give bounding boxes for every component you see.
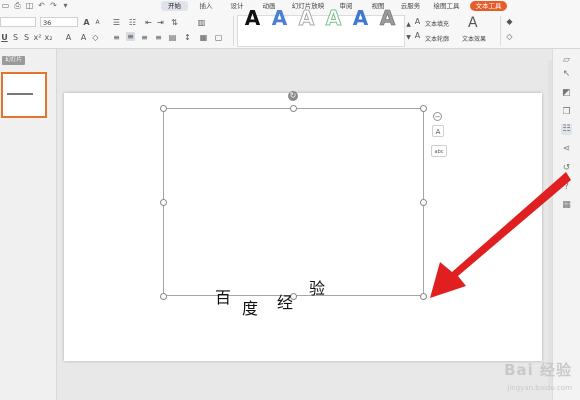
watermark-logo: Bai 经验 [504,361,572,379]
red-arrow [430,172,571,298]
red-arrow-annotation [430,172,571,298]
watermark-url: jingyan.baidu.com [507,384,572,392]
